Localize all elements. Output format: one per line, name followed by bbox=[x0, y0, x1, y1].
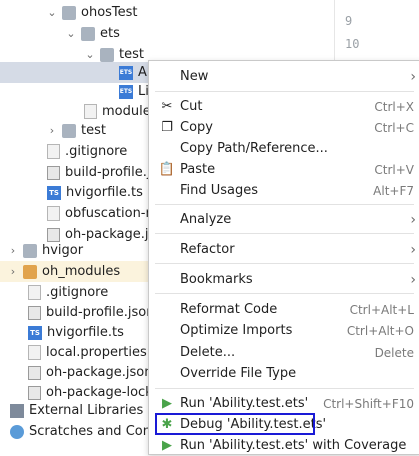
menu-separator bbox=[155, 293, 414, 294]
chevron-right-icon[interactable]: › bbox=[47, 124, 57, 137]
file-icon bbox=[84, 104, 97, 119]
menu-item-refactor[interactable]: Refactor › bbox=[149, 239, 419, 260]
json-file-icon bbox=[28, 365, 41, 380]
menu-item-delete[interactable]: Delete... Delete bbox=[149, 342, 419, 363]
menu-item-copy[interactable]: ❐ Copy Ctrl+C bbox=[149, 117, 419, 138]
menu-item-bookmarks[interactable]: Bookmarks › bbox=[149, 269, 419, 290]
chevron-down-icon[interactable]: ⌄ bbox=[47, 6, 57, 19]
ts-file-icon: TS bbox=[47, 185, 61, 200]
folder-icon bbox=[62, 123, 76, 138]
chevron-down-icon[interactable]: ⌄ bbox=[66, 27, 76, 40]
menu-item-analyze[interactable]: Analyze › bbox=[149, 209, 419, 230]
tree-item-ohostest[interactable]: ⌄ ohosTest bbox=[0, 2, 334, 23]
chevron-right-icon: › bbox=[410, 241, 416, 258]
folder-icon bbox=[23, 264, 37, 279]
chevron-right-icon: › bbox=[410, 211, 416, 228]
ets-file-icon: ETS bbox=[119, 65, 133, 80]
debug-highlight-box bbox=[155, 413, 315, 435]
scratches-icon bbox=[10, 424, 24, 439]
menu-item-optimize-imports[interactable]: Optimize Imports Ctrl+Alt+O bbox=[149, 320, 419, 341]
json-file-icon bbox=[28, 305, 41, 320]
folder-icon bbox=[62, 5, 76, 20]
menu-item-override-file-type[interactable]: Override File Type bbox=[149, 363, 419, 384]
context-menu: New › ✂ Cut Ctrl+X ❐ Copy Ctrl+C Copy Pa… bbox=[148, 60, 419, 455]
line-number: 10 bbox=[345, 37, 360, 51]
copy-icon: ❐ bbox=[161, 120, 173, 135]
menu-item-paste[interactable]: 📋 Paste Ctrl+V bbox=[149, 159, 419, 180]
chevron-down-icon[interactable]: ⌄ bbox=[85, 48, 95, 61]
menu-item-find-usages[interactable]: Find Usages Alt+F7 bbox=[149, 180, 419, 201]
chevron-right-icon[interactable]: › bbox=[8, 244, 18, 257]
tree-item-ets[interactable]: ⌄ ets bbox=[0, 23, 334, 44]
ets-file-icon: ETS bbox=[119, 84, 133, 99]
coverage-icon: ▶ bbox=[162, 438, 172, 453]
menu-item-cut[interactable]: ✂ Cut Ctrl+X bbox=[149, 96, 419, 117]
folder-icon bbox=[100, 47, 114, 62]
menu-item-new[interactable]: New › bbox=[149, 66, 419, 87]
menu-separator bbox=[155, 388, 414, 389]
menu-separator bbox=[155, 91, 414, 92]
menu-separator bbox=[155, 263, 414, 264]
menu-separator bbox=[155, 204, 414, 205]
library-icon bbox=[10, 403, 24, 418]
paste-icon: 📋 bbox=[158, 162, 176, 177]
menu-item-copy-path[interactable]: Copy Path/Reference... bbox=[149, 138, 419, 159]
run-icon: ▶ bbox=[162, 396, 172, 411]
menu-item-run[interactable]: ▶ Run 'Ability.test.ets' Ctrl+Shift+F10 bbox=[149, 393, 419, 414]
line-number: 9 bbox=[345, 14, 353, 28]
ts-file-icon: TS bbox=[28, 325, 42, 340]
file-icon bbox=[47, 206, 60, 221]
file-icon bbox=[28, 285, 41, 300]
editor-gutter: 9 10 bbox=[334, 0, 419, 60]
chevron-right-icon: › bbox=[410, 271, 416, 288]
scissors-icon: ✂ bbox=[161, 99, 173, 114]
file-icon bbox=[47, 144, 60, 159]
file-icon bbox=[28, 345, 41, 360]
menu-item-reformat-code[interactable]: Reformat Code Ctrl+Alt+L bbox=[149, 299, 419, 320]
folder-icon bbox=[23, 243, 37, 258]
chevron-right-icon: › bbox=[410, 68, 416, 85]
chevron-right-icon[interactable]: › bbox=[8, 265, 18, 278]
folder-icon bbox=[81, 26, 95, 41]
menu-separator bbox=[155, 233, 414, 234]
json-file-icon bbox=[47, 165, 60, 180]
json-file-icon bbox=[28, 385, 41, 400]
